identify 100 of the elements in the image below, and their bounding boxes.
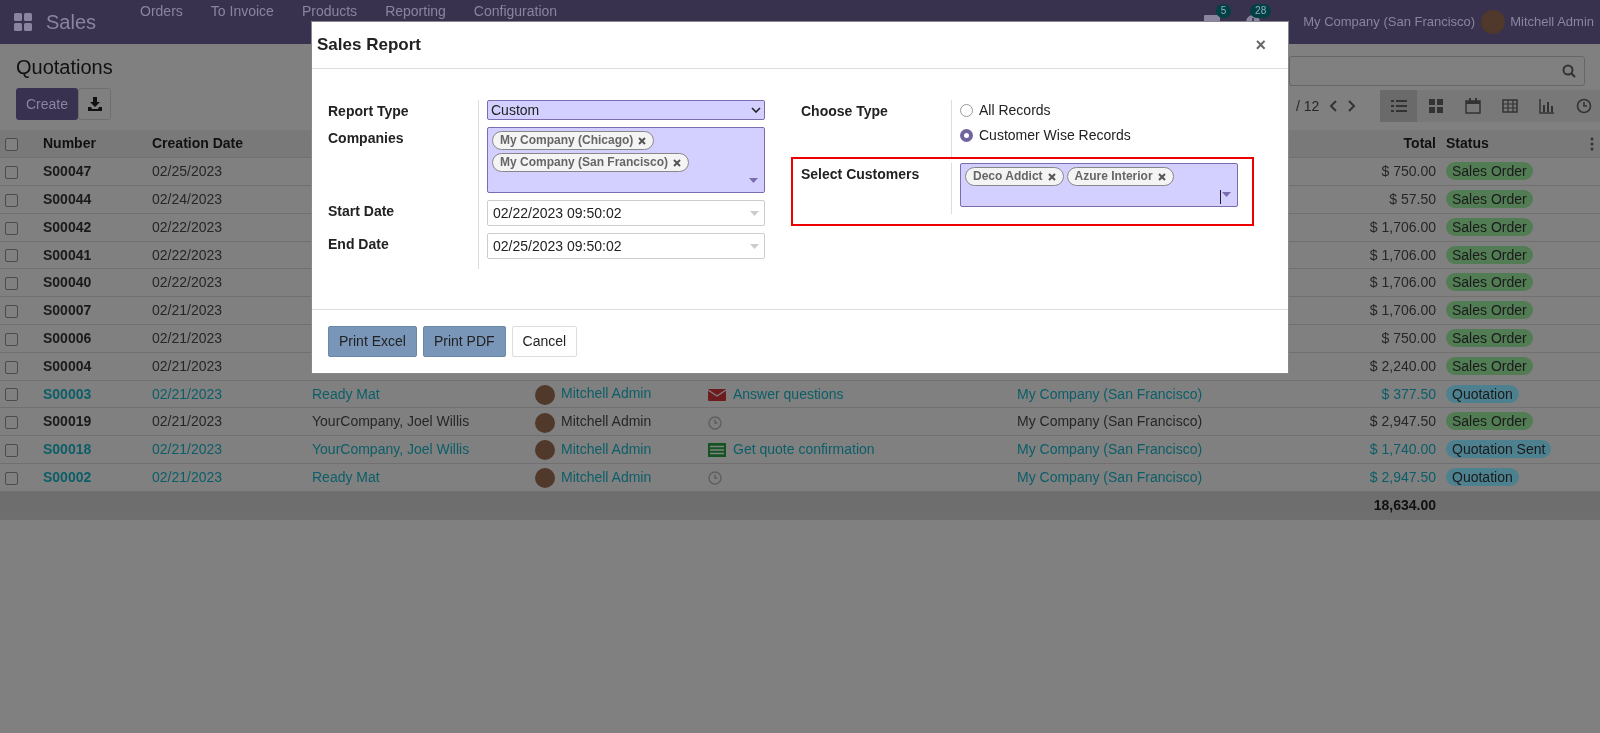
select-field[interactable]: Custom (487, 100, 765, 120)
search-field[interactable] (1289, 56, 1585, 86)
chevron-down-icon (751, 107, 761, 113)
checkbox[interactable] (5, 332, 18, 346)
clock-icon[interactable] (708, 415, 722, 430)
table-cell: 02/22/2023 (152, 218, 223, 235)
table-cell: $ 1,706.00 (1369, 274, 1436, 291)
download-button[interactable] (78, 88, 112, 120)
table-cell: YourCompany, Joel Willis (312, 413, 470, 430)
table-cell: Mitchell Admin (561, 413, 652, 430)
field-label: End Date (328, 235, 390, 254)
date-field[interactable]: 02/22/2023 09:50:02 (487, 200, 765, 226)
menu-item[interactable]: To Invoice (196, 0, 288, 19)
checkbox[interactable] (5, 277, 18, 291)
field-label: Companies (328, 129, 405, 148)
remove-icon[interactable] (1047, 172, 1056, 181)
field-label: Choose Type (801, 102, 889, 121)
menu-item[interactable]: Products (287, 0, 372, 19)
table-cell: 02/21/2023 (152, 468, 223, 485)
column-header[interactable]: Status (1446, 135, 1489, 152)
checkbox[interactable] (5, 360, 18, 374)
checklist-icon[interactable] (708, 443, 726, 458)
checkbox[interactable] (5, 249, 18, 263)
checkbox[interactable] (5, 166, 18, 179)
checkbox[interactable] (5, 443, 18, 457)
total-sum: 18,634.00 (1373, 496, 1436, 513)
tag-field[interactable]: Deco Addict Azure Interior (960, 163, 1238, 207)
user-menu[interactable]: Mitchell Admin (1505, 12, 1594, 32)
table-cell: My Company (San Francisco) (1017, 441, 1203, 458)
table-cell: $ 750.00 (1381, 329, 1436, 346)
dropdown-caret-icon (749, 178, 758, 183)
date-value: 02/22/2023 09:50:02 (493, 203, 622, 223)
close-button[interactable]: × (1249, 35, 1272, 55)
avatar (535, 440, 555, 461)
remove-icon[interactable] (673, 158, 682, 167)
menu-item[interactable]: Reporting (371, 0, 460, 19)
previous-icon[interactable] (1328, 99, 1339, 113)
company-switcher[interactable]: My Company (San Francisco) (1289, 12, 1476, 32)
checkbox[interactable] (5, 304, 18, 318)
order-number: S00047 (43, 163, 92, 180)
dialog-title: Sales Report (317, 34, 421, 57)
tag-field[interactable]: My Company (Chicago) My Company (San Francisco) (487, 127, 765, 193)
radio-label[interactable]: Customer Wise Records (979, 125, 1131, 146)
order-number: S00003 (43, 385, 92, 402)
table-cell: $ 1,706.00 (1369, 246, 1436, 263)
remove-icon[interactable] (1157, 172, 1166, 181)
activity-count-badge: 28 (1250, 4, 1272, 18)
table-cell: $ 2,240.00 (1369, 357, 1436, 374)
view-button[interactable] (1380, 90, 1418, 122)
dropdown-caret-icon (750, 243, 759, 249)
table-cell: $ 1,740.00 (1369, 441, 1436, 458)
create-button[interactable]: Create (16, 88, 79, 120)
clock-icon (1575, 98, 1592, 114)
checkbox[interactable] (5, 416, 18, 430)
checkbox[interactable] (5, 193, 18, 207)
column-header[interactable]: Total (1403, 135, 1436, 152)
table-cell: $ 377.50 (1381, 385, 1436, 402)
status-badge: Sales Order (1446, 162, 1533, 181)
options-icon[interactable] (1590, 137, 1594, 152)
checkbox[interactable] (5, 137, 18, 151)
order-number: S00044 (43, 191, 92, 207)
tag-label: Deco Addict (973, 169, 1043, 184)
tag-label: My Company (Chicago) (500, 133, 634, 148)
order-number: S00042 (43, 218, 92, 235)
table-cell: YourCompany, Joel Willis (312, 441, 470, 458)
table-cell: Mitchell Admin (561, 468, 652, 485)
cancel-button[interactable]: Cancel (511, 326, 578, 357)
table-cell: My Company (San Francisco) (1017, 468, 1203, 485)
checkbox[interactable] (5, 388, 18, 402)
bar-chart-icon (1538, 98, 1555, 114)
status-badge: Sales Order (1446, 190, 1533, 208)
app-name[interactable]: Sales (46, 7, 97, 37)
next-icon[interactable] (1347, 99, 1358, 113)
table-cell: Ready Mat (312, 385, 380, 402)
table-cell: 02/21/2023 (152, 357, 223, 374)
radio-button[interactable] (960, 104, 973, 117)
envelope-icon[interactable] (708, 387, 726, 402)
remove-icon[interactable] (638, 136, 647, 145)
order-number: S00040 (43, 274, 92, 291)
menu-item[interactable]: Orders (126, 0, 197, 19)
field-label: Report Type (328, 102, 410, 121)
tag-label: My Company (San Francisco) (500, 155, 669, 170)
checkbox[interactable] (5, 471, 18, 485)
date-field[interactable]: 02/25/2023 09:50:02 (487, 233, 765, 259)
page-title: Quotations (16, 55, 113, 80)
dropdown-caret-icon (750, 210, 759, 216)
menu-item[interactable]: Configuration (459, 0, 572, 19)
message-count-badge: 5 (1215, 4, 1232, 18)
clock-icon[interactable] (708, 471, 722, 486)
print-button[interactable]: Print Excel (328, 326, 417, 357)
checkbox[interactable] (5, 221, 18, 235)
print-button[interactable]: Print PDF (422, 326, 506, 357)
avatar (1481, 10, 1506, 34)
avatar (535, 468, 555, 489)
radio-button[interactable] (960, 129, 973, 142)
apps-icon[interactable] (14, 13, 32, 31)
search-icon (1562, 64, 1576, 78)
table-cell: $ 2,947.50 (1369, 413, 1436, 430)
radio-label[interactable]: All Records (979, 100, 1051, 121)
table-cell: Ready Mat (312, 468, 380, 485)
